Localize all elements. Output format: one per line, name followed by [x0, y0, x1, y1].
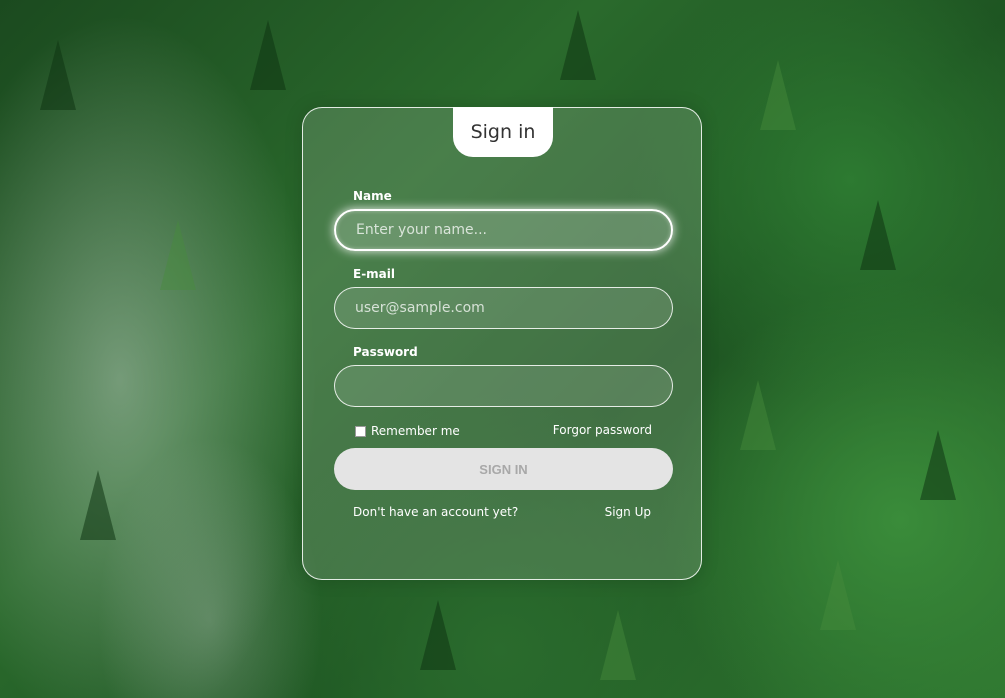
tree-shape	[920, 430, 956, 500]
sign-in-card: Sign in Name E-mail Password Remember me…	[302, 107, 702, 580]
email-label: E-mail	[353, 267, 396, 281]
remember-me-checkbox[interactable]	[355, 425, 366, 437]
tree-shape	[560, 10, 596, 80]
tree-shape	[40, 40, 76, 110]
sign-in-title: Sign in	[453, 107, 553, 157]
tree-shape	[760, 60, 796, 130]
name-input[interactable]	[334, 209, 673, 251]
name-label: Name	[353, 189, 392, 203]
tree-shape	[820, 560, 856, 630]
password-input[interactable]	[334, 365, 673, 407]
remember-me-label: Remember me	[371, 424, 460, 438]
password-label: Password	[353, 345, 418, 359]
sign-in-button[interactable]: SIGN IN	[334, 448, 673, 490]
tree-shape	[420, 600, 456, 670]
tree-shape	[740, 380, 776, 450]
forgot-password-link[interactable]: Forgor password	[553, 423, 652, 437]
sign-up-link[interactable]: Sign Up	[605, 505, 651, 519]
email-input[interactable]	[334, 287, 673, 329]
no-account-text: Don't have an account yet?	[353, 505, 519, 519]
tree-shape	[160, 220, 196, 290]
tree-shape	[80, 470, 116, 540]
tree-shape	[250, 20, 286, 90]
remember-me-option[interactable]: Remember me	[355, 424, 460, 438]
tree-shape	[860, 200, 896, 270]
tree-shape	[600, 610, 636, 680]
